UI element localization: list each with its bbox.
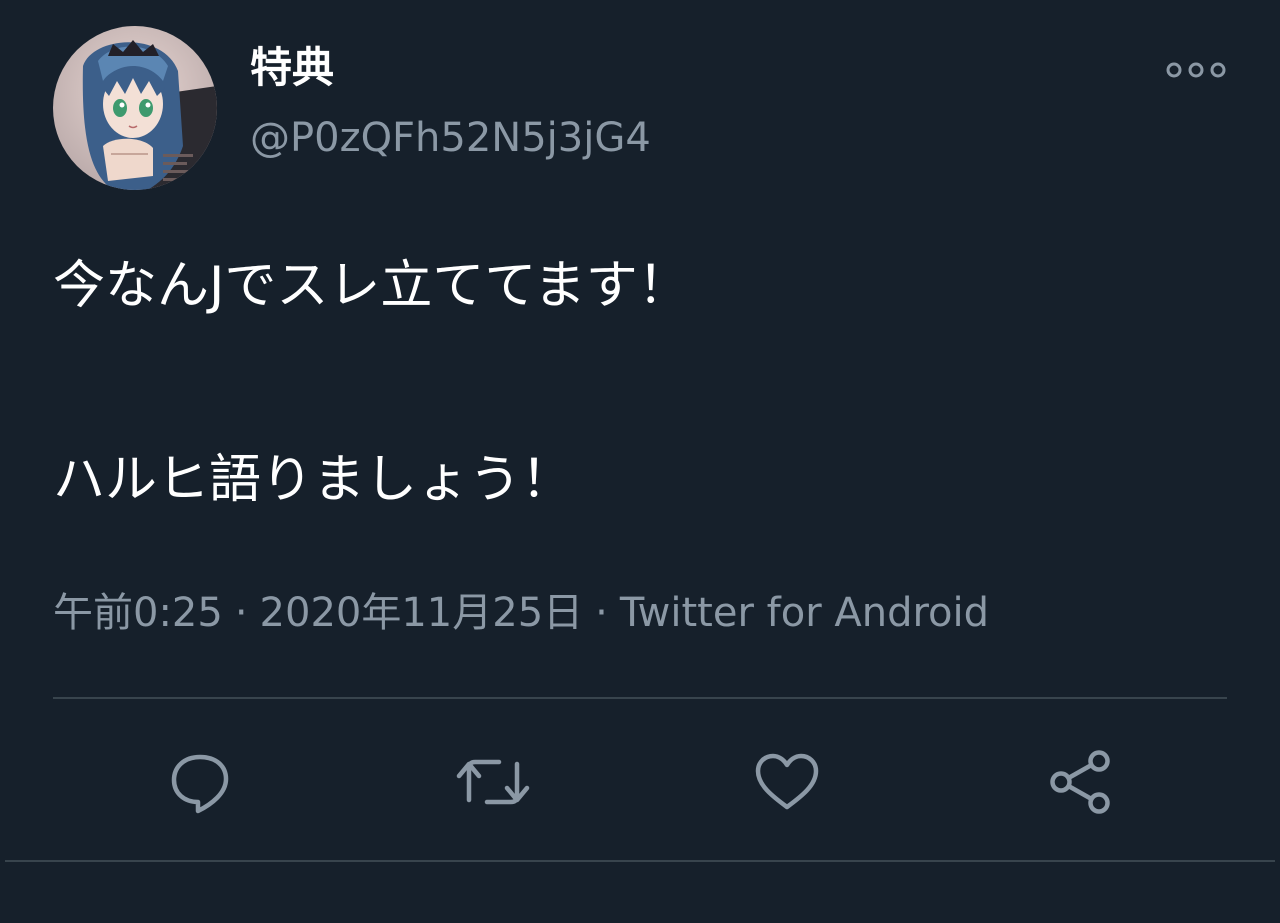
- separator-dot: ·: [595, 590, 608, 636]
- retweet-button[interactable]: [453, 742, 533, 822]
- user-handle[interactable]: @P0zQFh52N5j3jG4: [250, 111, 651, 165]
- anime-character-avatar-icon: [53, 26, 217, 190]
- tweet-text-line: 今なんJでスレ立ててます！: [53, 256, 690, 316]
- heart-icon: [755, 753, 819, 810]
- more-options-icon: [1166, 62, 1226, 78]
- like-button[interactable]: [747, 742, 827, 822]
- retweet-icon: [456, 759, 530, 805]
- avatar[interactable]: [53, 26, 217, 190]
- divider: [5, 860, 1275, 862]
- share-icon: [1050, 750, 1110, 814]
- tweet-date: 2020年11月25日: [259, 590, 584, 636]
- tweet-text-line: ハルヒ語りましょう！: [53, 450, 574, 510]
- separator-dot: ·: [234, 590, 248, 636]
- tweet-text: 今なんJでスレ立ててます！ ハルヒ語りましょう！: [53, 250, 1223, 516]
- tweet-metadata: 午前0:25 · 2020年11月25日 · Twitter for Android: [53, 583, 989, 643]
- more-options-button[interactable]: [1160, 52, 1232, 88]
- display-name[interactable]: 特典: [250, 40, 334, 96]
- divider: [53, 697, 1227, 699]
- tweet-detail: 特典 @P0zQFh52N5j3jG4 今なんJでスレ立ててます！ ハルヒ語りま…: [0, 0, 1280, 923]
- tweet-source-link[interactable]: Twitter for Android: [620, 590, 989, 636]
- share-button[interactable]: [1040, 742, 1120, 822]
- reply-icon: [171, 754, 229, 814]
- reply-button[interactable]: [160, 742, 240, 822]
- tweet-time: 午前0:25: [53, 590, 223, 636]
- tweet-text-spacer: [53, 322, 1223, 444]
